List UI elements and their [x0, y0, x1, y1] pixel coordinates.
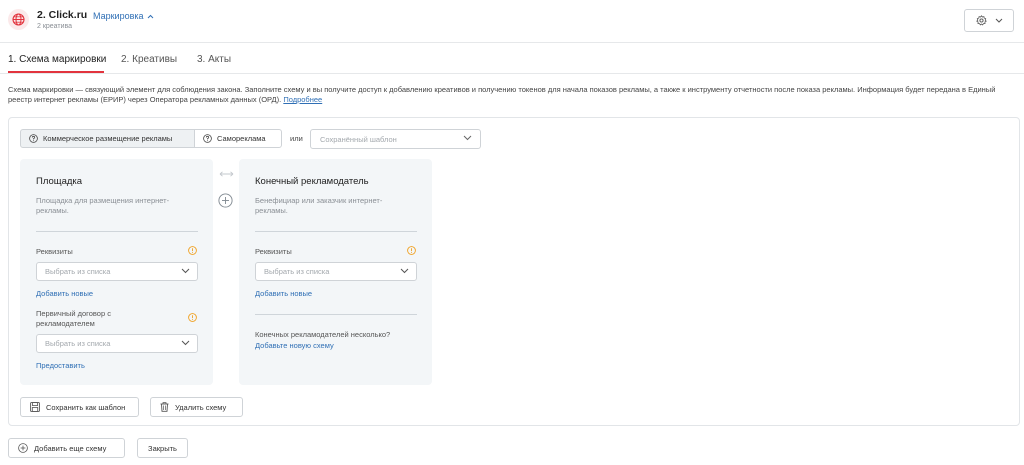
save-as-template-button[interactable]: Сохранить как шаблон — [20, 397, 139, 417]
chevron-down-icon — [995, 18, 1002, 23]
delete-scheme-label: Удалить схему — [175, 402, 227, 412]
platform-title: Площадка — [36, 176, 83, 187]
tab-creatives[interactable]: 2. Креативы — [121, 54, 177, 65]
app-title: 2. Click.ru — [37, 9, 88, 21]
add-new-scheme-link[interactable]: Добавьте новую схему — [255, 341, 334, 350]
end-advertiser-card: Конечный рекламодатель Бенефициар или за… — [239, 159, 432, 385]
warning-icon — [407, 246, 416, 255]
commercial-placement-toggle[interactable]: Коммерческое размещение рекламы — [20, 129, 195, 148]
add-another-scheme-button[interactable]: Добавить еще схему — [8, 438, 125, 458]
platform-requisites-select[interactable]: Выбрать из списка — [36, 262, 198, 281]
chevron-down-icon — [181, 268, 190, 274]
advertiser-requisites-placeholder: Выбрать из списка — [264, 267, 330, 276]
bidirectional-arrow-icon — [219, 171, 234, 177]
marking-link-label: Маркировка — [93, 11, 144, 21]
platform-description: Площадка для размещения интернет-рекламы… — [36, 196, 170, 215]
chevron-down-icon — [463, 135, 472, 141]
learn-more-link[interactable]: Подробнее — [283, 95, 322, 104]
gear-icon — [975, 15, 987, 26]
provide-contract-link[interactable]: Предоставить — [36, 361, 85, 370]
close-button-label: Закрыть — [148, 443, 177, 453]
divider — [36, 231, 198, 232]
app-subtitle: 2 креатива — [37, 23, 73, 30]
chevron-up-icon — [147, 14, 153, 18]
globe-logo-icon — [8, 9, 29, 30]
advertiser-title: Конечный рекламодатель — [255, 176, 369, 187]
add-advertiser-plus-icon[interactable] — [218, 193, 233, 208]
platform-requisites-placeholder: Выбрать из списка — [45, 267, 111, 276]
trash-icon — [160, 402, 169, 412]
active-tab-indicator — [8, 71, 104, 73]
description-text: Схема маркировки — связующий элемент для… — [8, 85, 996, 104]
advertiser-requisites-select[interactable]: Выбрать из списка — [255, 262, 417, 281]
chevron-down-icon — [400, 268, 409, 274]
saved-template-select[interactable]: Сохранённый шаблон — [310, 129, 481, 149]
or-label: или — [290, 134, 303, 143]
advertiser-add-new-link[interactable]: Добавить новые — [255, 289, 312, 298]
primary-contract-select[interactable]: Выбрать из списка — [36, 334, 198, 353]
divider — [255, 231, 417, 232]
self-promotion-label: Самореклама — [217, 134, 266, 143]
scheme-description: Схема маркировки — связующий элемент для… — [8, 85, 1018, 105]
marking-scheme-panel: Коммерческое размещение рекламы Саморекл… — [8, 117, 1020, 426]
primary-contract-placeholder: Выбрать из списка — [45, 339, 111, 348]
advertiser-description: Бенефициар или заказчик интернет-рекламы… — [255, 196, 383, 215]
question-circle-icon — [203, 134, 212, 143]
divider — [255, 314, 417, 315]
primary-contract-label: Первичный договор с рекламодателем — [36, 309, 111, 328]
advertiser-requisites-label: Реквизиты — [255, 247, 292, 256]
platform-requisites-label: Реквизиты — [36, 247, 73, 256]
close-button[interactable]: Закрыть — [137, 438, 188, 458]
marking-dropdown-link[interactable]: Маркировка — [93, 11, 154, 21]
tab-bar: 1. Схема маркировки 2. Креативы 3. Акты — [0, 44, 1024, 74]
warning-icon — [188, 246, 197, 255]
saved-template-placeholder: Сохранённый шаблон — [320, 134, 397, 144]
tab-marking-scheme[interactable]: 1. Схема маркировки — [8, 54, 106, 65]
settings-dropdown-button[interactable] — [964, 9, 1014, 32]
save-as-template-label: Сохранить как шаблон — [46, 402, 126, 412]
tab-acts[interactable]: 3. Акты — [197, 54, 231, 65]
multiple-advertisers-note: Конечных рекламодателей несколько? — [255, 330, 391, 339]
platform-card: Площадка Площадка для размещения интерне… — [20, 159, 213, 385]
top-header: 2. Click.ru 2 креатива Маркировка — [0, 0, 1024, 43]
question-circle-icon — [29, 134, 38, 143]
plus-circle-icon — [18, 443, 28, 453]
warning-icon — [188, 313, 197, 322]
commercial-placement-label: Коммерческое размещение рекламы — [43, 134, 173, 143]
self-promotion-toggle[interactable]: Самореклама — [194, 129, 282, 148]
chevron-down-icon — [181, 340, 190, 346]
add-another-scheme-label: Добавить еще схему — [34, 443, 107, 453]
platform-add-new-link[interactable]: Добавить новые — [36, 289, 93, 298]
floppy-disk-icon — [30, 402, 40, 412]
delete-scheme-button[interactable]: Удалить схему — [150, 397, 243, 417]
